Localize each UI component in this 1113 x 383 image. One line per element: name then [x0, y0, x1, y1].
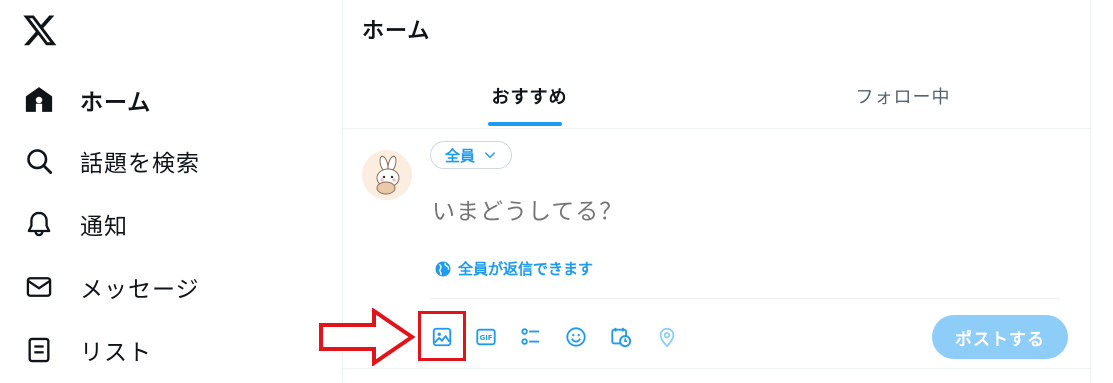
sidebar-item-lists[interactable]: リスト [20, 325, 152, 375]
mail-icon [20, 268, 58, 306]
image-button-highlight [418, 311, 466, 361]
page-title: ホーム [362, 19, 431, 44]
chevron-down-icon [484, 152, 496, 159]
search-icon [20, 142, 58, 180]
globe-icon [435, 261, 451, 276]
sidebar-item-notifications[interactable]: 通知 [20, 199, 128, 249]
sidebar-item-label: 通知 [80, 214, 128, 240]
location-icon [659, 327, 675, 348]
sidebar-item-messages[interactable]: メッセージ [20, 262, 200, 312]
composer-bottom-divider [343, 368, 1090, 369]
sidebar-item-explore[interactable]: 話題を検索 [20, 136, 200, 186]
add-emoji-button[interactable] [559, 320, 593, 354]
composer-divider [430, 298, 1060, 299]
column-divider-right [1090, 0, 1091, 383]
home-icon [20, 81, 58, 119]
x-logo-icon[interactable] [22, 12, 58, 48]
add-poll-button[interactable] [514, 320, 548, 354]
reply-setting[interactable]: 全員が返信できます [434, 258, 593, 279]
add-gif-button[interactable]: GIF [469, 320, 503, 354]
poll-icon [521, 328, 540, 345]
header-divider [343, 128, 1090, 129]
gif-label: GIF [480, 334, 493, 342]
add-location-button[interactable] [650, 320, 684, 354]
bell-icon [20, 205, 58, 243]
reply-setting-label: 全員が返信できます [458, 260, 594, 278]
emoji-icon [566, 327, 586, 347]
schedule-icon [611, 327, 632, 348]
sidebar-item-home[interactable]: ホーム [20, 75, 151, 125]
list-icon [20, 331, 58, 369]
audience-label: 全員 [445, 146, 476, 165]
tab-for-you[interactable]: おすすめ [343, 72, 716, 128]
sidebar-item-label: リスト [80, 340, 152, 366]
gif-icon: GIF [476, 328, 496, 346]
annotation-arrow-icon [319, 308, 416, 366]
tab-following[interactable]: フォロー中 [716, 72, 1090, 128]
sidebar-item-label: メッセージ [80, 277, 200, 303]
active-tab-indicator [488, 122, 562, 126]
post-button[interactable]: ポストする [932, 315, 1068, 359]
audience-selector[interactable]: 全員 [430, 141, 513, 169]
sidebar-item-label: 話題を検索 [80, 151, 200, 177]
schedule-button[interactable] [604, 320, 638, 354]
sidebar-item-label: ホーム [80, 90, 152, 116]
avatar[interactable] [362, 150, 412, 200]
tab-label: フォロー中 [855, 87, 951, 108]
compose-input[interactable] [432, 199, 1032, 225]
